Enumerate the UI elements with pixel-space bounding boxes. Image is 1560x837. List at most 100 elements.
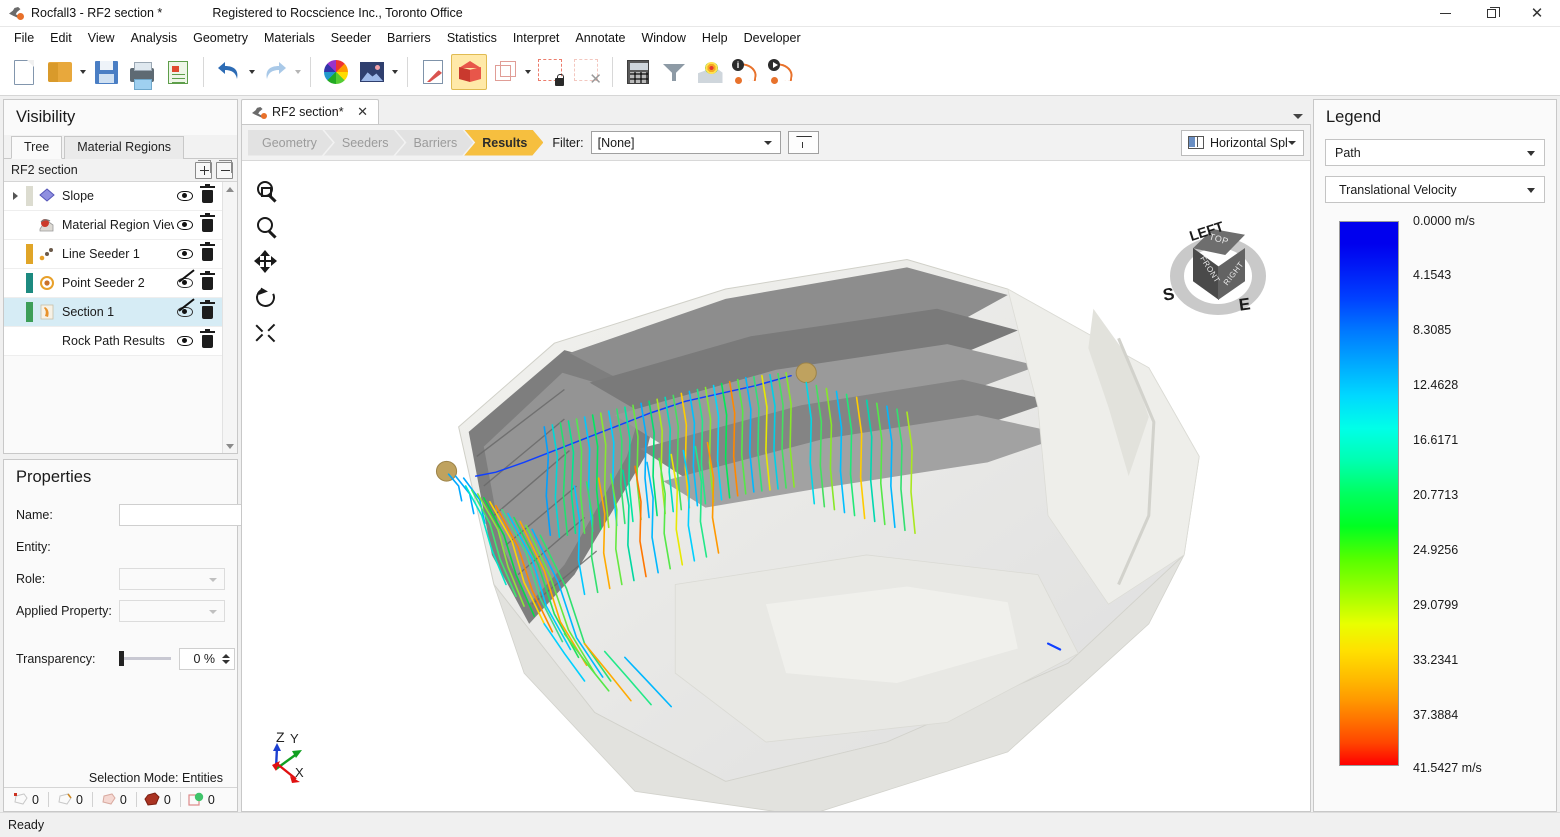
workflow-step-barriers[interactable]: Barriers <box>395 130 473 156</box>
split-layout-select[interactable]: Horizontal Spl <box>1181 129 1304 156</box>
delete-button[interactable] <box>196 328 218 348</box>
delete-button[interactable] <box>196 241 218 261</box>
workflow-step-geometry[interactable]: Geometry <box>248 130 333 156</box>
path-animate-button[interactable] <box>764 54 800 90</box>
undo-dropdown-icon[interactable] <box>247 57 257 87</box>
3d-scene <box>435 258 1200 811</box>
display-options-button[interactable] <box>318 54 354 90</box>
image-dropdown-icon[interactable] <box>390 57 400 87</box>
slider-thumb[interactable] <box>119 651 124 666</box>
legend-quantity-select[interactable]: Translational Velocity <box>1325 176 1545 203</box>
selection-lock-button[interactable] <box>533 54 569 90</box>
menu-help[interactable]: Help <box>694 29 736 47</box>
face-counter[interactable]: 0 <box>91 792 136 807</box>
menu-edit[interactable]: Edit <box>42 29 80 47</box>
role-select[interactable] <box>119 567 225 590</box>
rotate-tool[interactable] <box>248 279 282 315</box>
compute-button[interactable] <box>620 54 656 90</box>
close-tab-icon[interactable]: ✕ <box>356 104 370 120</box>
visibility-toggle[interactable] <box>174 244 196 264</box>
group-counter[interactable]: 0 <box>179 792 224 807</box>
menu-annotate[interactable]: Annotate <box>567 29 633 47</box>
edge-counter[interactable]: 0 <box>47 792 92 807</box>
solid-counter[interactable]: 0 <box>135 792 180 807</box>
tab-tree[interactable]: Tree <box>11 136 63 159</box>
filter-button[interactable] <box>656 54 692 90</box>
tree-scrollbar[interactable] <box>222 182 237 453</box>
scroll-track[interactable] <box>224 196 237 439</box>
expand-arrow[interactable] <box>4 192 26 200</box>
delete-button[interactable] <box>196 299 218 319</box>
pan-tool[interactable] <box>248 243 282 279</box>
menu-materials[interactable]: Materials <box>256 29 323 47</box>
scroll-up-icon[interactable] <box>224 182 237 196</box>
close-button[interactable]: ✕ <box>1514 0 1560 27</box>
image-export-button[interactable] <box>354 54 390 90</box>
view-cube[interactable]: TOP FRONT RIGHT LEFT S E <box>1161 218 1272 328</box>
open-button[interactable] <box>42 54 78 90</box>
delete-button[interactable] <box>196 183 218 203</box>
visibility-toggle[interactable] <box>174 302 196 322</box>
visibility-toggle[interactable] <box>174 186 196 206</box>
solid-view-button[interactable] <box>451 54 487 90</box>
chevron-down-icon[interactable] <box>1293 114 1303 119</box>
maximize-button[interactable] <box>1468 0 1514 27</box>
transparency-slider[interactable] <box>119 651 171 666</box>
zoom-all-tool[interactable] <box>248 315 282 351</box>
redo-dropdown-icon[interactable] <box>293 57 303 87</box>
delete-button[interactable] <box>196 270 218 290</box>
collapse-all-button[interactable] <box>216 159 233 179</box>
stepper-arrows[interactable] <box>220 654 234 664</box>
visibility-toggle[interactable] <box>174 331 196 351</box>
menu-seeder[interactable]: Seeder <box>323 29 379 47</box>
menu-interpret[interactable]: Interpret <box>505 29 568 47</box>
transparency-stepper[interactable]: 0 % <box>179 647 235 670</box>
tree-item-rock-path-results[interactable]: Rock Path Results <box>4 327 222 356</box>
delete-button[interactable] <box>196 212 218 232</box>
visibility-toggle[interactable] <box>174 273 196 293</box>
menu-view[interactable]: View <box>80 29 123 47</box>
edit-geometry-button[interactable] <box>415 54 451 90</box>
vertex-counter[interactable]: 0 <box>10 792 48 807</box>
visibility-toggle[interactable] <box>174 215 196 235</box>
tree-item-point-seeder-2[interactable]: Point Seeder 2 <box>4 269 222 298</box>
tree-item-line-seeder-1[interactable]: Line Seeder 1 <box>4 240 222 269</box>
3d-viewport[interactable]: TOP FRONT RIGHT LEFT S E Z Y X <box>242 161 1310 811</box>
save-button[interactable] <box>88 54 124 90</box>
menu-window[interactable]: Window <box>633 29 693 47</box>
workflow-step-results[interactable]: Results <box>464 130 543 156</box>
scroll-down-icon[interactable] <box>224 439 237 453</box>
applied-property-select[interactable] <box>119 599 225 622</box>
workflow-step-seeders[interactable]: Seeders <box>324 130 405 156</box>
print-button[interactable] <box>124 54 160 90</box>
menu-file[interactable]: File <box>6 29 42 47</box>
redo-button[interactable] <box>257 54 293 90</box>
tree-item-section-1[interactable]: Section 1 <box>4 298 222 327</box>
document-tab-rf2-section[interactable]: RF2 section* ✕ <box>241 99 379 124</box>
legend-mode-select[interactable]: Path <box>1325 139 1545 166</box>
contour-button[interactable] <box>692 54 728 90</box>
menu-developer[interactable]: Developer <box>736 29 809 47</box>
menu-geometry[interactable]: Geometry <box>185 29 256 47</box>
tree-item-material-region-view[interactable]: Material Region View <box>4 211 222 240</box>
view-dropdown-icon[interactable] <box>523 57 533 87</box>
zoom-window-tool[interactable] <box>248 171 282 207</box>
report-button[interactable] <box>160 54 196 90</box>
clear-selection-button[interactable]: ✕ <box>569 54 605 90</box>
tab-material-regions[interactable]: Material Regions <box>64 136 185 159</box>
filter-select[interactable]: [None] <box>590 131 781 154</box>
apply-filter-button[interactable] <box>787 131 819 154</box>
path-info-button[interactable]: i <box>728 54 764 90</box>
menu-analysis[interactable]: Analysis <box>123 29 186 47</box>
zoom-tool[interactable] <box>248 207 282 243</box>
minimize-button[interactable] <box>1422 0 1468 27</box>
wireframe-view-button[interactable] <box>487 54 523 90</box>
open-dropdown-icon[interactable] <box>78 57 88 87</box>
tree-item-slope[interactable]: Slope <box>4 182 222 211</box>
stepper-down-icon[interactable] <box>222 660 230 664</box>
undo-button[interactable] <box>211 54 247 90</box>
menu-statistics[interactable]: Statistics <box>439 29 505 47</box>
menu-barriers[interactable]: Barriers <box>379 29 439 47</box>
new-button[interactable] <box>6 54 42 90</box>
expand-all-button[interactable] <box>195 159 212 179</box>
